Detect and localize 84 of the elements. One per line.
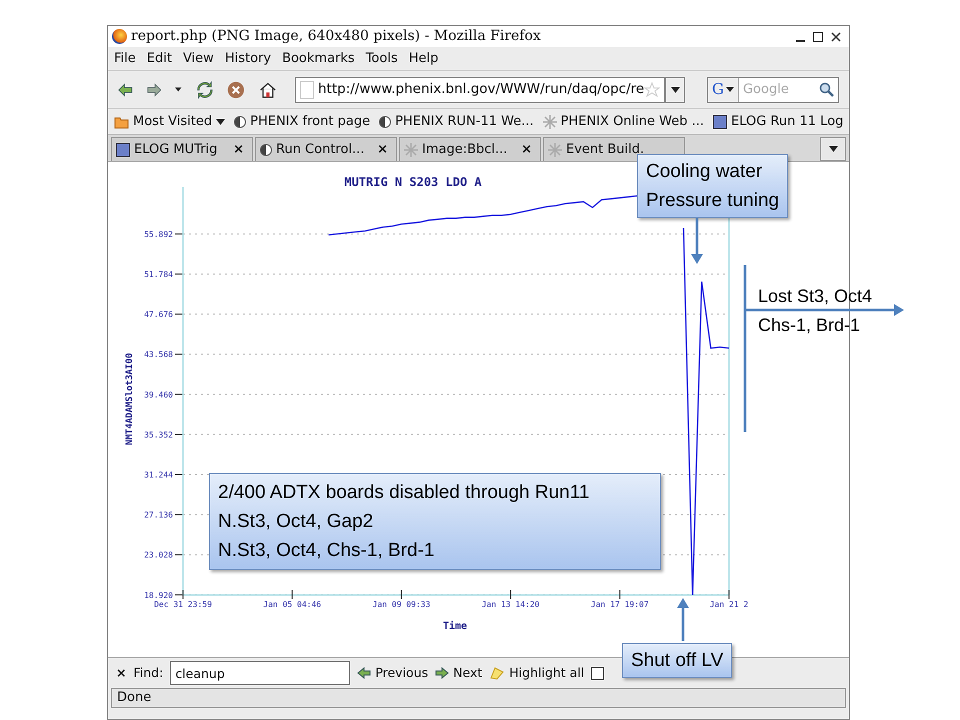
caret-icon [670, 86, 680, 92]
menu-item[interactable]: Bookmarks [282, 48, 355, 68]
close-icon[interactable] [831, 32, 841, 42]
menu-item[interactable]: File [114, 48, 136, 68]
starburst-icon [542, 114, 557, 128]
lost-boards-note: Chs-1, Brd-1 [758, 314, 860, 336]
lost-boards-note: Lost St3, Oct4 [758, 285, 872, 307]
bookmark-item[interactable]: Most Visited [114, 112, 226, 132]
down-arrow [691, 218, 703, 264]
y-axis-label: NMT4ADAMSlot3AI00 [125, 352, 135, 446]
search-icon[interactable] [818, 82, 834, 97]
browser-tab[interactable]: Image:Bbcl... × [399, 137, 541, 161]
history-dropdown-button[interactable] [665, 76, 685, 102]
star-icon[interactable] [644, 82, 660, 98]
y-tick-label: 55.892 [144, 230, 173, 239]
bookmark-item[interactable]: PHENIX Online Web ... [542, 112, 704, 132]
up-arrow [677, 598, 689, 641]
folder-icon [114, 114, 129, 128]
search-input[interactable]: Google [738, 80, 819, 100]
right-arrow-icon [435, 667, 450, 679]
find-label: Find: [133, 664, 164, 682]
log-icon [116, 142, 130, 156]
x-tick-label: Dec 31 23:59 [154, 600, 212, 609]
menu-item[interactable]: Edit [146, 48, 172, 68]
y-tick-label: 39.460 [144, 390, 173, 400]
browser-tab[interactable]: Event Build. [543, 137, 685, 161]
firefox-logo-icon [112, 29, 127, 44]
reload-icon[interactable] [196, 80, 214, 100]
maximize-icon[interactable] [813, 32, 823, 42]
bookmark-item[interactable]: PHENIX front page [234, 112, 370, 132]
caret-icon [828, 146, 838, 152]
tab-list-button[interactable] [820, 137, 846, 161]
page-icon [300, 80, 314, 98]
y-tick-label: 35.352 [144, 430, 173, 440]
bookmark-item[interactable]: ELOG Run 11 Log [713, 112, 844, 132]
back-arrow-icon[interactable] [118, 82, 133, 98]
menu-item[interactable]: Help [408, 48, 438, 68]
caret-icon [216, 118, 226, 124]
browser-tab[interactable]: ELOG MUTrig × [111, 137, 253, 161]
menu-item[interactable]: View [182, 48, 214, 68]
x-axis-label: Time [442, 621, 468, 632]
minimize-icon[interactable] [796, 40, 805, 42]
search-engine-button[interactable]: G [708, 78, 739, 102]
y-tick-label: 43.568 [144, 350, 173, 360]
highlighter-icon [489, 666, 506, 680]
y-tick-label: 18.920 [144, 590, 173, 600]
x-tick-label: Jan 05 04:46 [263, 600, 322, 609]
next-button[interactable]: Next [435, 664, 482, 682]
y-tick-label: 47.676 [144, 310, 173, 320]
y-tick-label: 31.244 [144, 470, 173, 480]
shut-off-callout: Shut off LV [622, 643, 732, 678]
left-arrow-icon [357, 667, 372, 679]
window-title: report.php (PNG Image, 640x480 pixels) - Mozilla Firefox [131, 27, 541, 46]
x-tick-label: Jan 13 14:20 [482, 600, 540, 609]
starburst-icon [404, 142, 418, 156]
cooling-callout: Cooling water Pressure tuning [637, 154, 788, 218]
disabled-boards-callout: 2/400 ADTX boards disabled through Run11 N.St3, Oct4, Gap2 N.St3, Oct4, Chs-1, Brd-1 [209, 473, 661, 570]
chart-title: MUTRIG N S203 LDO A [344, 175, 482, 189]
search-field[interactable]: G Google [707, 76, 839, 102]
menu-item[interactable]: History [224, 48, 272, 68]
dropdown-caret-icon[interactable] [175, 87, 182, 92]
status-bar: Done [111, 688, 846, 708]
bookmark-item[interactable]: PHENIX RUN-11 We... [379, 112, 534, 132]
tab-close-icon[interactable]: × [377, 140, 388, 160]
starburst-icon [548, 142, 562, 156]
find-field[interactable]: cleanup [170, 661, 350, 685]
tab-close-icon[interactable]: × [521, 140, 532, 160]
previous-button[interactable]: Previous [357, 664, 428, 682]
highlight-all-button[interactable]: Highlight all [489, 664, 584, 682]
y-tick-label: 51.784 [144, 270, 173, 280]
x-tick-label: Jan 09 09:33 [372, 600, 430, 609]
x-tick-label: Jan 21 2 [710, 600, 748, 609]
browser-tab[interactable]: Run Control... × [255, 137, 397, 161]
forward-arrow-icon[interactable] [146, 82, 162, 98]
tab-close-icon[interactable]: × [233, 140, 244, 160]
close-icon[interactable]: × [116, 664, 126, 682]
caret-icon [726, 87, 734, 92]
match-case-checkbox[interactable] [591, 666, 604, 680]
log-icon [713, 114, 728, 128]
menu-item[interactable]: Tools [366, 48, 398, 68]
y-tick-label: 27.136 [144, 510, 173, 520]
x-tick-label: Jan 17 19:07 [590, 600, 649, 609]
address-bar[interactable]: http://www.phenix.bnl.gov/WWW/run/daq/opc/re [294, 76, 666, 102]
y-tick-label: 23.028 [144, 550, 173, 560]
